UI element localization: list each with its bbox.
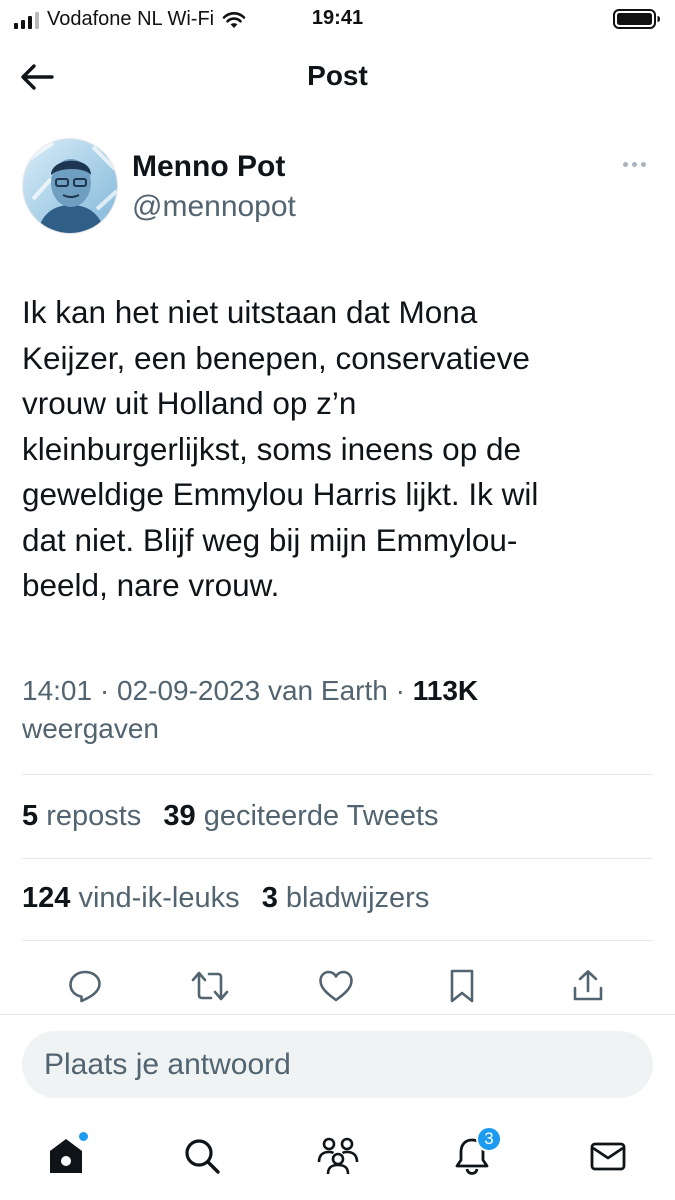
bookmarks-label: bladwijzers: [285, 882, 430, 914]
tab-search[interactable]: [178, 1132, 226, 1180]
likes-label: vind-ik-leuks: [78, 882, 240, 914]
bookmark-button[interactable]: [442, 966, 482, 1006]
communities-icon: [317, 1137, 359, 1175]
tweet-line: geweldige Emmylou Harris lijkt. Ik wil: [22, 476, 539, 512]
share-button[interactable]: [568, 966, 608, 1006]
tweet-line: vrouw uit Holland op z’n: [22, 385, 357, 421]
tweet-line: Keijzer, een benepen, conservatieve: [22, 339, 530, 376]
quotes-stat[interactable]: 39 geciteerde Tweets: [163, 800, 438, 832]
action-bar: [0, 960, 675, 1012]
avatar-image: [23, 139, 117, 233]
tweet-line: dat niet. Blijf weg bij mijn Emmylou-: [22, 521, 518, 558]
tweet-meta: 14:01 · 02-09-2023 van Earth · 113K weer…: [22, 675, 479, 744]
likes-count: 124: [22, 882, 71, 914]
post-header: Post: [0, 42, 675, 112]
bookmarks-stat[interactable]: 3 bladwijzers: [262, 882, 430, 914]
author-handle[interactable]: @mennopot: [132, 190, 296, 224]
quotes-label: geciteerde Tweets: [203, 800, 439, 832]
share-icon: [573, 970, 603, 1001]
quotes-count: 39: [163, 800, 196, 832]
tweet-line: kleinburgerlijkst, soms ineens op de: [22, 430, 522, 467]
author-name[interactable]: Menno Pot: [132, 150, 285, 184]
tweet-text: Ik kan het niet uitstaan dat Mona Keijze…: [22, 290, 647, 609]
divider: [22, 774, 653, 775]
dot-icon: [640, 161, 646, 167]
bookmarks-count: 3: [261, 882, 278, 914]
status-time: 19:41: [311, 7, 364, 29]
more-options-button[interactable]: [617, 154, 651, 174]
tab-bar: 3: [0, 1122, 675, 1192]
tweet-line: Ik kan het niet uitstaan dat Mona: [22, 294, 478, 330]
bookmark-icon: [450, 969, 474, 1003]
notifications-badge: 3: [476, 1126, 502, 1152]
retweet-button[interactable]: [190, 966, 230, 1006]
divider: [22, 858, 653, 859]
reply-icon: [69, 970, 101, 1003]
tab-messages[interactable]: [584, 1132, 632, 1180]
tweet-line: beeld, nare vrouw.: [22, 567, 280, 603]
status-bar: Vodafone NL Wi-Fi 19:41: [0, 0, 675, 40]
page-title: Post: [307, 60, 368, 91]
views-count[interactable]: 113K: [413, 675, 478, 706]
tab-communities[interactable]: [314, 1132, 362, 1180]
dot-icon: [622, 161, 628, 167]
tweet-source: van Earth: [267, 675, 388, 706]
like-icon: [319, 970, 353, 1002]
dot-icon: [631, 161, 637, 167]
like-button[interactable]: [316, 966, 356, 1006]
divider: [22, 940, 653, 941]
reposts-count: 5: [22, 800, 39, 832]
reply-button[interactable]: [65, 966, 105, 1006]
tweet-date[interactable]: 02-09-2023: [117, 675, 260, 706]
stats-row-likes: 124 vind-ik-leuks 3 bladwijzers: [22, 882, 429, 915]
home-new-dot: [79, 1132, 88, 1141]
reply-input[interactable]: [22, 1031, 653, 1098]
views-label[interactable]: weergaven: [22, 713, 159, 744]
home-icon: [50, 1139, 82, 1173]
tab-home[interactable]: [42, 1132, 90, 1180]
reposts-stat[interactable]: 5 reposts: [22, 800, 141, 832]
search-icon: [185, 1139, 220, 1174]
battery-icon: [613, 9, 660, 29]
avatar[interactable]: [22, 138, 118, 234]
retweet-icon: [191, 971, 229, 1001]
reply-composer: [22, 1031, 653, 1098]
messages-icon: [590, 1142, 626, 1171]
reposts-label: reposts: [46, 800, 142, 832]
tweet-time[interactable]: 14:01: [22, 675, 92, 706]
author-row: Menno Pot @mennopot: [22, 138, 653, 238]
likes-stat[interactable]: 124 vind-ik-leuks: [22, 882, 240, 914]
tab-notifications[interactable]: 3: [448, 1126, 502, 1180]
stats-row-reposts: 5 reposts 39 geciteerde Tweets: [22, 800, 439, 833]
divider: [0, 1014, 675, 1015]
